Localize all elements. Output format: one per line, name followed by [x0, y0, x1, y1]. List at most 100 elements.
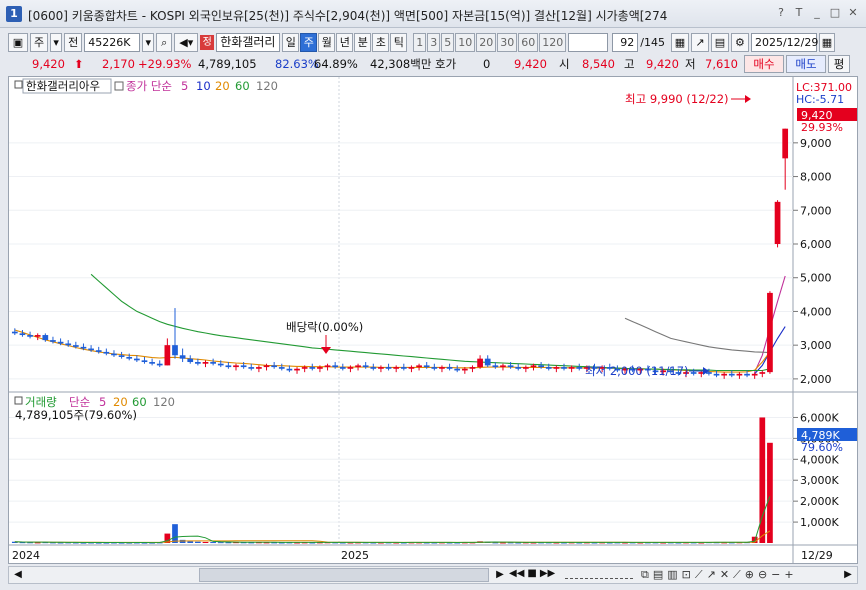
- window-titlebar: 1 [0600] 키움종합차트 - KOSPI 외국인보유[25(천)] 주식수…: [0, 0, 866, 28]
- candle-body: [759, 372, 766, 374]
- candle-body: [553, 367, 560, 369]
- close-icon[interactable]: ✕: [846, 6, 860, 20]
- scroll-thumb[interactable]: [199, 568, 489, 582]
- arrow-tool-icon[interactable]: ↗: [707, 568, 716, 582]
- hoga-value: 0: [483, 57, 491, 71]
- candle-body: [210, 362, 216, 364]
- layout-icon[interactable]: ▣: [8, 33, 28, 52]
- interval-button[interactable]: 1: [413, 33, 427, 52]
- minimize-icon[interactable]: _: [810, 6, 824, 20]
- zoom-slider[interactable]: [565, 571, 633, 579]
- period-button[interactable]: 주: [300, 33, 318, 52]
- volume-legend-ma: 단순: [69, 395, 90, 409]
- sell-button[interactable]: 매도: [786, 55, 826, 73]
- quote-volume: 4,789,105: [198, 57, 257, 71]
- rewind-icon[interactable]: ◀◀: [509, 568, 524, 579]
- calendar-icon[interactable]: ▦: [818, 33, 835, 52]
- period-button[interactable]: 분: [354, 33, 372, 52]
- search-icon[interactable]: ⌕: [156, 33, 173, 52]
- select-icon[interactable]: ⊡: [682, 568, 691, 582]
- interval-button[interactable]: 60: [518, 33, 539, 52]
- title-icons: ? T _ □ ✕: [774, 6, 860, 20]
- quote-change-pct: +29.93%: [138, 57, 192, 71]
- volume-legend-ma60: 60: [132, 395, 147, 409]
- candle-body: [126, 356, 133, 359]
- candle-body: [439, 367, 445, 369]
- settings-icon[interactable]: ⚙: [730, 33, 749, 52]
- period-button[interactable]: 월: [318, 33, 336, 52]
- volume-bar: [187, 541, 194, 543]
- grid-icon[interactable]: ▦: [670, 33, 689, 52]
- save-icon[interactable]: ▤: [710, 33, 729, 52]
- sound-icon[interactable]: ◀▾: [174, 33, 199, 52]
- price-tick-label: 6,000: [800, 238, 832, 251]
- interval-custom-input[interactable]: [568, 33, 609, 52]
- copy-icon[interactable]: ⧉: [641, 568, 649, 582]
- period-button[interactable]: 초: [372, 33, 390, 52]
- market-select[interactable]: 주: [30, 33, 49, 52]
- stop-icon[interactable]: ■: [527, 568, 536, 579]
- high-arrow-icon: [731, 95, 751, 103]
- candle-body: [751, 373, 758, 376]
- interval-button[interactable]: 30: [497, 33, 518, 52]
- scroll-right-icon[interactable]: ▶: [493, 568, 507, 582]
- chart-scrollbar[interactable]: ◀ ▶ ◀◀ ■ ▶▶ ⧉ ▤ ▥ ⊡ ⟋ ↗ ✕ ⟋ ⊕ ⊖ − + ▶: [8, 566, 858, 584]
- interval-button[interactable]: 5: [441, 33, 455, 52]
- volume-legend-box-icon: [14, 396, 23, 405]
- y-ticks: 9,000 8,000 7,000 6,000 5,000 4,000 3,000 2,000…: [793, 137, 839, 529]
- line-tool-icon[interactable]: ⟋: [695, 568, 703, 582]
- table-icon[interactable]: ▤: [653, 568, 663, 582]
- candle-body: [50, 340, 56, 342]
- candle-body: [545, 367, 552, 369]
- period-button[interactable]: 년: [336, 33, 354, 52]
- volume-ma20-line: [14, 530, 771, 543]
- interval-button[interactable]: 20: [476, 33, 497, 52]
- candle-body: [179, 355, 186, 359]
- candle-body: [431, 367, 438, 369]
- market-dropdown-icon[interactable]: ▾: [50, 33, 63, 52]
- candle-body: [133, 358, 140, 361]
- page-count-input[interactable]: 92: [612, 33, 639, 52]
- candle-body: [713, 373, 720, 376]
- interval-buttons: 1 3 5 10 20 30 60 120: [413, 33, 567, 52]
- maximize-icon[interactable]: □: [828, 6, 842, 20]
- scroll-end-icon[interactable]: ▶: [841, 568, 855, 582]
- price-tick-label: 5,000: [800, 272, 832, 285]
- trend-tool-icon[interactable]: ↗: [690, 33, 709, 52]
- hoga-label: 호가: [435, 57, 457, 71]
- tool-icons: ⧉ ▤ ▥ ⊡ ⟋ ↗ ✕ ⟋ ⊕ ⊖ − +: [641, 568, 794, 582]
- current-volume-pct: 79.60%: [801, 441, 843, 454]
- interval-button[interactable]: 10: [455, 33, 476, 52]
- cross-tool-icon[interactable]: ✕: [720, 568, 729, 582]
- all-button[interactable]: 전: [64, 33, 83, 52]
- volume-tick-label: 3,000K: [800, 474, 839, 487]
- code-input[interactable]: 45226K: [84, 33, 141, 52]
- text-tool-icon[interactable]: ⟋: [733, 568, 741, 582]
- period-button[interactable]: 틱: [390, 33, 408, 52]
- candle-body: [332, 365, 339, 368]
- interval-button[interactable]: 3: [427, 33, 441, 52]
- volume-tick-label: 2,000K: [800, 495, 839, 508]
- interval-button[interactable]: 120: [539, 33, 567, 52]
- scroll-left-icon[interactable]: ◀: [11, 568, 25, 582]
- zoom-out-icon[interactable]: ⊖: [758, 568, 767, 582]
- candle-body: [515, 367, 522, 369]
- candlestick-chart: 9,000 8,000 7,000 6,000 5,000 4,000 3,000 2,000…: [9, 77, 857, 563]
- period-button[interactable]: 일: [282, 33, 300, 52]
- code-dropdown-icon[interactable]: ▾: [142, 33, 155, 52]
- pin-icon[interactable]: T: [792, 6, 806, 20]
- minus-icon[interactable]: −: [771, 568, 780, 582]
- chart-icon[interactable]: ▥: [667, 568, 677, 582]
- candle-body: [240, 365, 247, 368]
- zoom-in-icon[interactable]: ⊕: [745, 568, 754, 582]
- chart-area[interactable]: 9,000 8,000 7,000 6,000 5,000 4,000 3,000 2,000…: [8, 76, 858, 564]
- plus-icon[interactable]: +: [784, 568, 793, 582]
- forward-icon[interactable]: ▶▶: [540, 568, 555, 579]
- flat-button[interactable]: 평: [828, 55, 850, 73]
- help-icon[interactable]: ?: [774, 6, 788, 20]
- candle-body: [461, 368, 468, 371]
- candle-body: [500, 365, 506, 368]
- legend-ma120: 120: [256, 79, 278, 93]
- buy-button[interactable]: 매수: [744, 55, 784, 73]
- date-input[interactable]: 2025/12/29: [750, 33, 818, 52]
